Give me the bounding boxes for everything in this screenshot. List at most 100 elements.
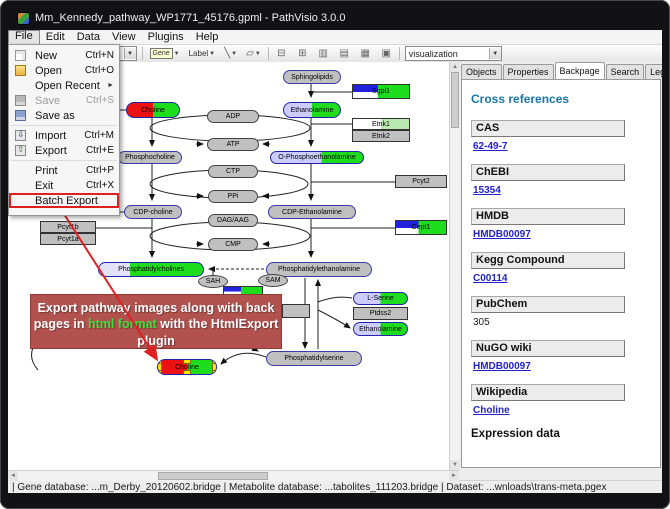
pathway-node-etnk2[interactable]: Etnk2 (352, 130, 410, 142)
pathway-node-cdp-ethanolamine[interactable]: CDP-Ethanolamine (268, 205, 356, 219)
new-gene-datanode-button[interactable]: Gene ▼ (148, 47, 182, 60)
annotation-highlight: html format (88, 317, 157, 331)
pathway-node-cmp[interactable]: CMP (208, 238, 258, 251)
xref-source-header: NuGO wiki (471, 340, 625, 357)
chevron-down-icon[interactable]: ▼ (231, 51, 237, 57)
chevron-down-icon[interactable]: ▼ (174, 51, 180, 57)
import-icon (15, 130, 26, 141)
vertical-scroll-thumb[interactable] (451, 72, 459, 128)
title-bar: Mm_Kennedy_pathway_WP1771_45176.gpml - P… (10, 7, 660, 29)
xref-link[interactable]: 15354 (473, 185, 651, 196)
pathway-node-cdp-choline[interactable]: CDP-choline (124, 205, 182, 219)
distribute-horizontal-icon[interactable]: ▥ (316, 47, 331, 60)
xref-list: CAS62-49-7ChEBI15354HMDBHMDB00097Kegg Co… (471, 120, 651, 416)
pathway-node-pcyt2[interactable]: Pcyt2 (395, 175, 447, 188)
xref-link[interactable]: C00114 (473, 273, 651, 284)
pathway-node-pcyt1a[interactable]: Pcyt1a (40, 233, 96, 245)
pathway-node-ethanolamine[interactable]: Ethanolamine (283, 102, 341, 118)
scroll-down-icon[interactable]: ▼ (450, 460, 460, 470)
pathway-node-ctp[interactable]: CTP (208, 165, 258, 178)
menu-item-save[interactable]: SaveCtrl+S (9, 93, 119, 108)
selection-handle[interactable] (183, 359, 191, 364)
chevron-down-icon[interactable]: ▼ (489, 48, 501, 59)
menu-item-new[interactable]: NewCtrl+N (9, 48, 119, 63)
pathway-node-sgpl1[interactable]: Sgpl1 (352, 84, 410, 99)
horizontal-scroll-thumb[interactable] (158, 472, 268, 480)
chevron-down-icon[interactable]: ▼ (255, 51, 261, 57)
pathway-node-sphingolipids[interactable]: Sphingolipids (283, 70, 341, 84)
xref-link[interactable]: Choline (473, 405, 651, 416)
same-height-icon[interactable]: ▣ (379, 47, 394, 60)
pathway-node-choline[interactable]: Choline (157, 359, 217, 375)
visualization-combobox[interactable]: visualization ▼ (405, 46, 502, 61)
vertical-scrollbar[interactable]: ▲ ▼ (449, 62, 460, 470)
tab-backpage[interactable]: Backpage (555, 62, 605, 79)
align-middle-icon[interactable]: ⊞ (295, 47, 310, 60)
tab-objects[interactable]: Objects (461, 64, 502, 79)
tab-legend[interactable]: Legend (645, 64, 662, 79)
pathway-node-o-phosphoethanolamine[interactable]: O-Phosphoethanolamine (270, 151, 364, 164)
node-label: Etnk1 (372, 121, 390, 128)
pathway-node-phosphocholine[interactable]: Phosphocholine (118, 151, 182, 164)
menubar-item-data[interactable]: Data (71, 31, 106, 44)
menu-item-save-as[interactable]: Save as (9, 108, 119, 123)
node-label: SAH (206, 278, 220, 285)
menu-item-shortcut: Ctrl+E (86, 145, 114, 156)
menubar-item-edit[interactable]: Edit (40, 31, 71, 44)
menu-separator (11, 160, 117, 161)
xref-section-kegg-compound: Kegg CompoundC00114 (471, 252, 651, 284)
pathway-node-atp[interactable]: ATP (207, 138, 259, 151)
new-label-button[interactable]: Label ▼ (187, 47, 218, 60)
xref-link[interactable]: HMDB00097 (473, 361, 651, 372)
pathway-node-etnk1[interactable]: Etnk1 (352, 118, 410, 130)
scroll-right-icon[interactable]: ► (449, 471, 459, 481)
pathway-node-phosphatidylserine[interactable]: Phosphatidylserine (266, 351, 362, 366)
tab-search[interactable]: Search (606, 64, 645, 79)
chevron-down-icon[interactable]: ▼ (124, 48, 136, 59)
pathway-node-dag-aag[interactable]: DAG/AAG (208, 214, 258, 227)
node-label: Choline (141, 107, 165, 114)
node-label: Cept1 (412, 224, 431, 231)
scroll-left-icon[interactable]: ◄ (8, 471, 18, 481)
pathway-node-ptdss2[interactable]: Ptdss2 (353, 307, 408, 320)
shape-tool-button[interactable]: ▱ ▼ (244, 47, 263, 60)
menu-item-open[interactable]: OpenCtrl+O (9, 63, 119, 78)
menu-item-export[interactable]: ExportCtrl+E (9, 143, 119, 158)
menu-item-batch-export[interactable]: Batch Export (9, 193, 119, 208)
open-folder-icon (15, 65, 26, 76)
xref-source-header: ChEBI (471, 164, 625, 181)
pathway-node-unlabeled[interactable] (282, 304, 310, 318)
scroll-up-icon[interactable]: ▲ (450, 62, 460, 72)
selection-handle[interactable] (183, 370, 191, 375)
pathway-node-ppi[interactable]: PPi (208, 190, 258, 203)
same-width-icon[interactable]: ▦ (358, 47, 373, 60)
pathway-node-cept1[interactable]: Cept1 (395, 220, 447, 235)
side-panel-tabs: ObjectsPropertiesBackpageSearchLegend (461, 63, 661, 79)
menu-item-open-recent[interactable]: Open Recent► (9, 78, 119, 93)
pathway-node-l-serine[interactable]: L-Serine (353, 292, 408, 305)
tab-properties[interactable]: Properties (503, 64, 554, 79)
pathway-node-adp[interactable]: ADP (207, 110, 259, 123)
chevron-down-icon[interactable]: ▼ (209, 51, 215, 57)
node-label: Pcyt1b (57, 224, 78, 231)
menubar-item-help[interactable]: Help (190, 31, 225, 44)
pathway-node-pcyt1b[interactable]: Pcyt1b (40, 221, 96, 233)
pathway-node-choline[interactable]: Choline (126, 102, 180, 118)
menu-item-import[interactable]: ImportCtrl+M (9, 128, 119, 143)
save-icon (15, 95, 26, 106)
node-label: Ethanolamine (291, 107, 334, 114)
distribute-vertical-icon[interactable]: ▤ (337, 47, 352, 60)
xref-link[interactable]: HMDB00097 (473, 229, 651, 240)
align-center-icon[interactable]: ⊟ (274, 47, 289, 60)
pathway-node-ethanolamine[interactable]: Ethanolamine (353, 322, 408, 336)
menubar-item-plugins[interactable]: Plugins (142, 31, 190, 44)
menu-item-print[interactable]: PrintCtrl+P (9, 163, 119, 178)
menubar-item-file[interactable]: File (8, 30, 40, 45)
menu-item-exit[interactable]: ExitCtrl+X (9, 178, 119, 193)
horizontal-scrollbar[interactable]: ◄ ► (8, 470, 459, 481)
xref-link[interactable]: 62-49-7 (473, 141, 651, 152)
alignment-button-group: ⊟ ⊞ ▥ ▤ ▦ ▣ (274, 47, 394, 60)
line-tool-button[interactable]: ╲ ▼ (222, 47, 239, 60)
pathway-node-phosphatidylcholines[interactable]: Phosphatidylcholines (98, 262, 204, 277)
menubar-item-view[interactable]: View (106, 31, 142, 44)
